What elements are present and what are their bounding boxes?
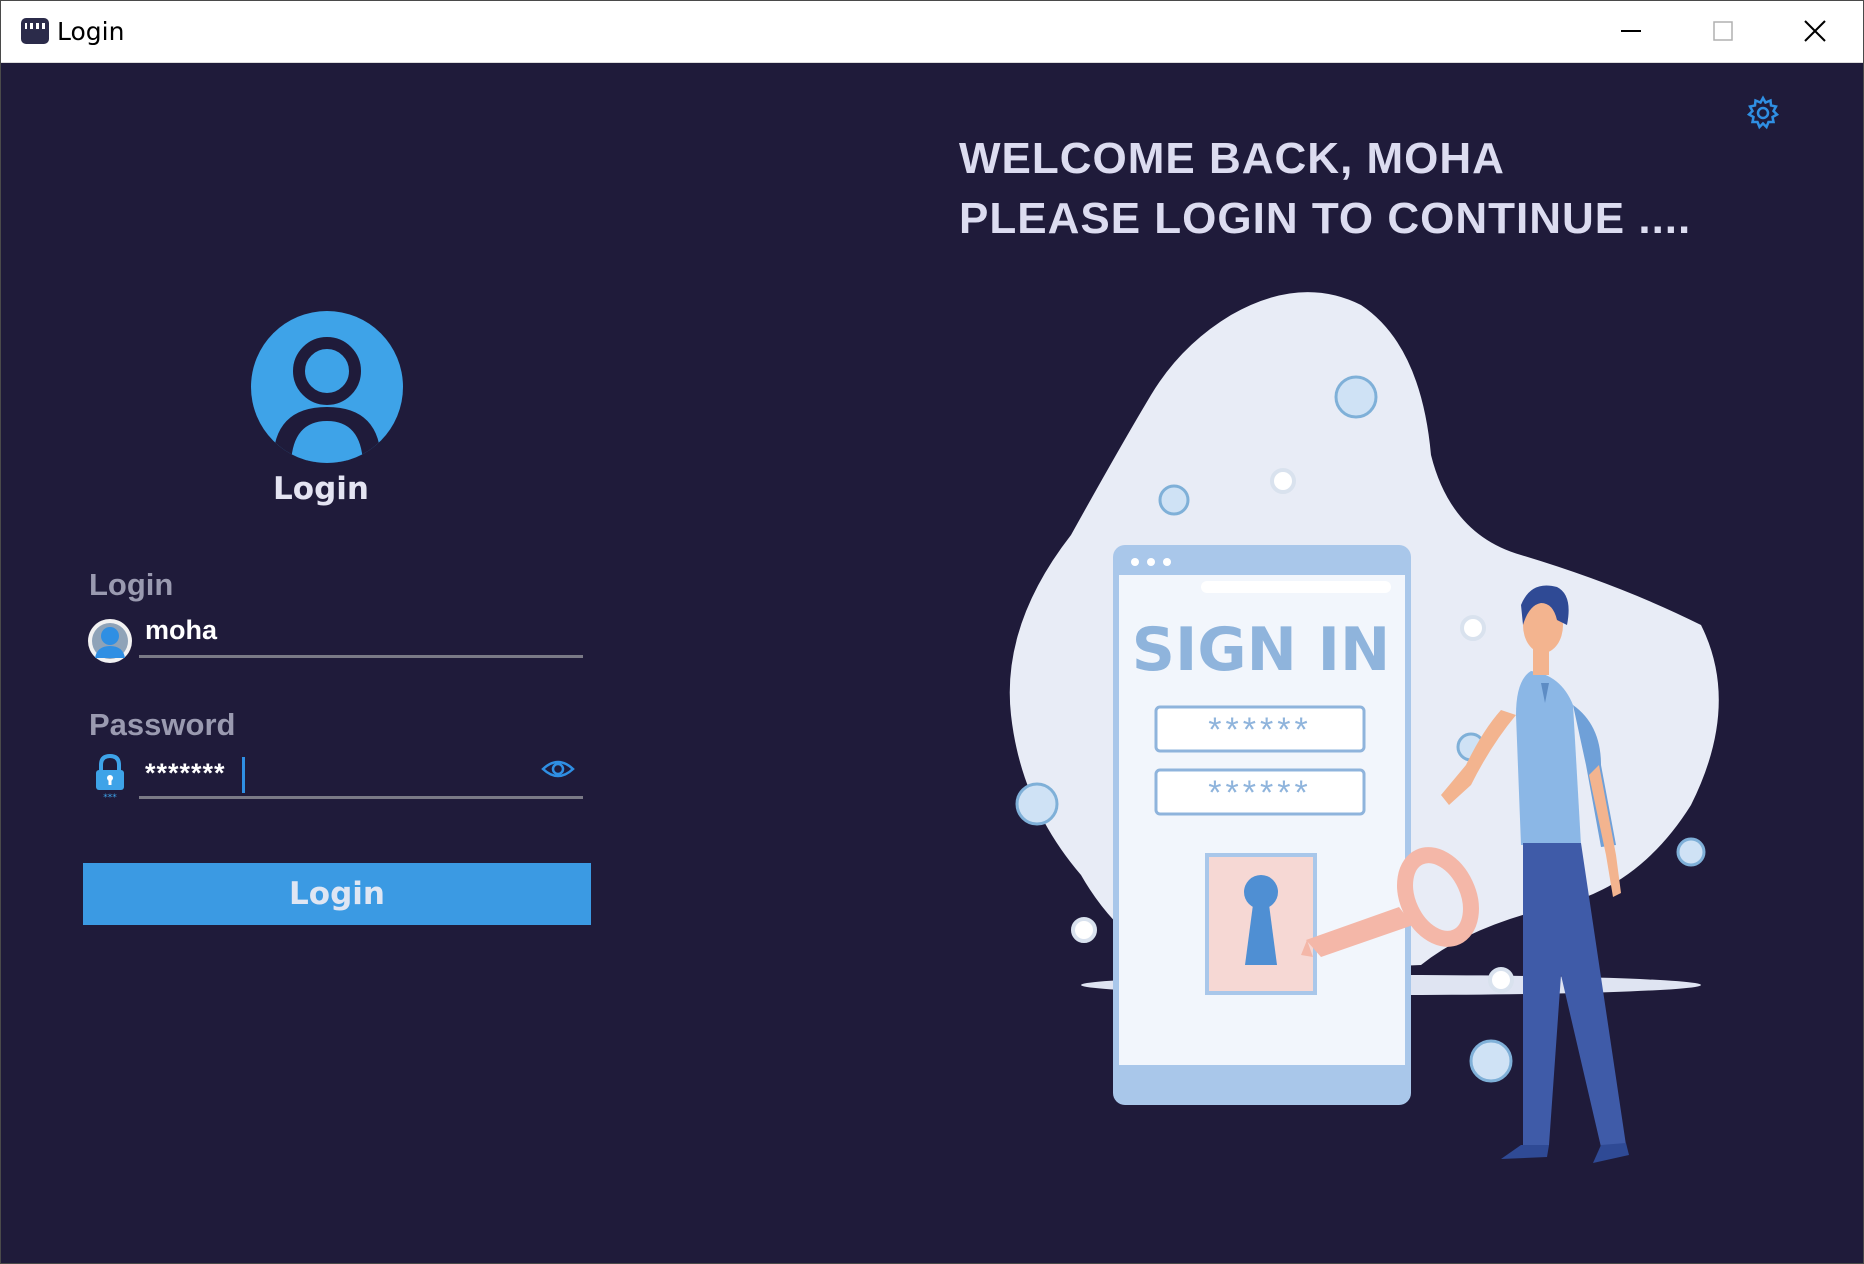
login-window: Login Login Login moha Password *** ****…: [0, 0, 1864, 1264]
show-password-eye-icon[interactable]: [541, 757, 575, 781]
minimize-button[interactable]: [1585, 1, 1677, 62]
password-input-underline: [139, 796, 583, 799]
title-bar[interactable]: Login: [1, 1, 1863, 63]
main-content: Login Login moha Password *** ******* Lo…: [1, 63, 1863, 1263]
welcome-heading: WELCOME BACK, MOHA PLEASE LOGIN TO CONTI…: [959, 129, 1691, 249]
maximize-icon: [1713, 21, 1733, 41]
welcome-line-1: WELCOME BACK, MOHA: [959, 134, 1505, 183]
password-label: Password: [89, 707, 236, 742]
login-input[interactable]: moha: [145, 615, 217, 646]
welcome-line-2: PLEASE LOGIN TO CONTINUE ....: [959, 194, 1692, 243]
app-icon: [21, 18, 49, 44]
lock-icon: ***: [96, 753, 124, 801]
user-icon: [88, 619, 132, 663]
sign-in-heading: SIGN IN: [1132, 615, 1390, 685]
gear-icon[interactable]: [1745, 95, 1781, 131]
illustration-field-2: ******: [1208, 774, 1311, 812]
close-button[interactable]: [1769, 1, 1861, 62]
avatar-caption: Login: [273, 471, 369, 507]
window-title: Login: [57, 17, 125, 46]
maximize-button[interactable]: [1677, 1, 1769, 62]
minimize-icon: [1621, 30, 1641, 32]
text-cursor: [242, 757, 245, 793]
svg-text:***: ***: [103, 793, 117, 801]
sign-in-illustration: SIGN IN ****** ******: [1009, 292, 1719, 1163]
password-input[interactable]: *******: [145, 758, 226, 789]
login-label: Login: [89, 567, 174, 602]
user-avatar-icon: [251, 311, 403, 463]
illustration-field-1: ******: [1208, 711, 1311, 749]
login-input-underline: [139, 655, 583, 658]
login-button[interactable]: Login: [83, 863, 591, 925]
close-icon: [1804, 20, 1826, 42]
